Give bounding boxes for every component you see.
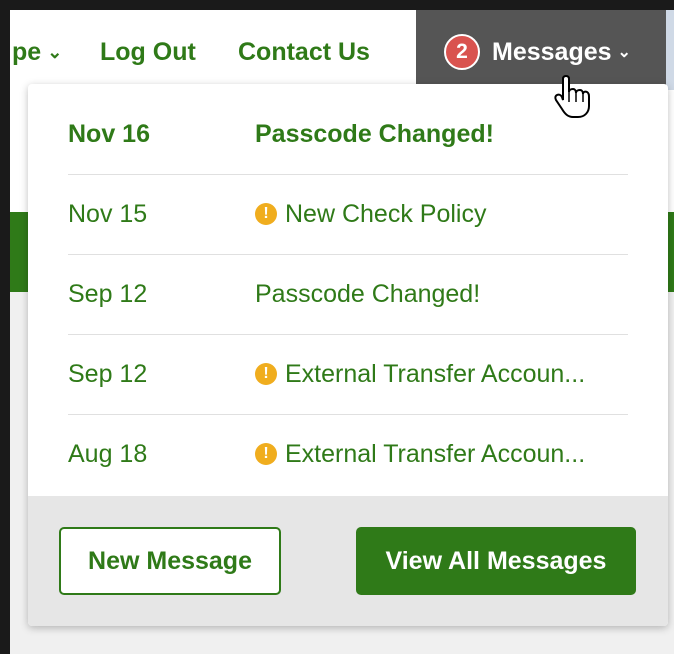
messages-dropdown: Nov 16 Passcode Changed! Nov 15! New Check … bbox=[28, 84, 668, 626]
message-subject: ! New Check Policy bbox=[255, 200, 486, 229]
message-row[interactable]: Aug 18! External Transfer Accoun... bbox=[68, 414, 628, 494]
message-date: Aug 18 bbox=[68, 439, 148, 468]
window-border-left bbox=[0, 0, 10, 654]
message-date: Nov 16 bbox=[68, 119, 150, 148]
nav-item-truncated[interactable]: pe ⌄ bbox=[12, 22, 62, 82]
messages-menu-label[interactable]: Messages ⌄ bbox=[492, 34, 631, 70]
log-out-link[interactable]: Log Out bbox=[100, 22, 196, 82]
message-subject-text: Passcode Changed! bbox=[255, 119, 494, 148]
message-subject-text: New Check Policy bbox=[285, 199, 487, 228]
app-frame: pe ⌄ Log Out Contact Us 2 Messages ⌄ ' N… bbox=[0, 0, 674, 654]
view-all-messages-button[interactable]: View All Messages bbox=[356, 527, 636, 595]
messages-label-text: Messages bbox=[492, 37, 612, 66]
unread-count-badge: 2 bbox=[444, 34, 480, 70]
message-date: Sep 12 bbox=[68, 279, 148, 308]
chevron-down-icon: ⌄ bbox=[47, 41, 63, 62]
alert-icon: ! bbox=[255, 203, 277, 225]
message-row[interactable]: Nov 16 Passcode Changed! bbox=[68, 94, 628, 174]
message-date: Nov 15 bbox=[68, 199, 148, 228]
message-subject: ! External Transfer Accoun... bbox=[255, 360, 585, 389]
message-subject-text: Passcode Changed! bbox=[255, 279, 481, 308]
hand-pointer-cursor-icon bbox=[554, 74, 590, 118]
message-subject: Passcode Changed! bbox=[255, 120, 494, 149]
message-subject-text: External Transfer Accoun... bbox=[285, 359, 586, 388]
new-message-button[interactable]: New Message bbox=[59, 527, 281, 595]
alert-icon: ! bbox=[255, 443, 277, 465]
message-row[interactable]: Sep 12! External Transfer Accoun... bbox=[68, 334, 628, 414]
message-subject-text: External Transfer Accoun... bbox=[285, 439, 586, 468]
contact-us-link[interactable]: Contact Us bbox=[238, 22, 370, 82]
window-border-top bbox=[0, 0, 674, 10]
message-row[interactable]: Sep 12 Passcode Changed! bbox=[68, 254, 628, 334]
message-date: Sep 12 bbox=[68, 359, 148, 388]
chevron-down-icon: ⌄ bbox=[617, 44, 631, 61]
nav-item-truncated-label: pe bbox=[12, 37, 42, 66]
message-subject: ! External Transfer Accoun... bbox=[255, 440, 585, 469]
message-subject: Passcode Changed! bbox=[255, 280, 480, 309]
message-row[interactable]: Nov 15! New Check Policy bbox=[68, 174, 628, 254]
alert-icon: ! bbox=[255, 363, 277, 385]
dropdown-footer: New Message View All Messages bbox=[28, 496, 668, 626]
